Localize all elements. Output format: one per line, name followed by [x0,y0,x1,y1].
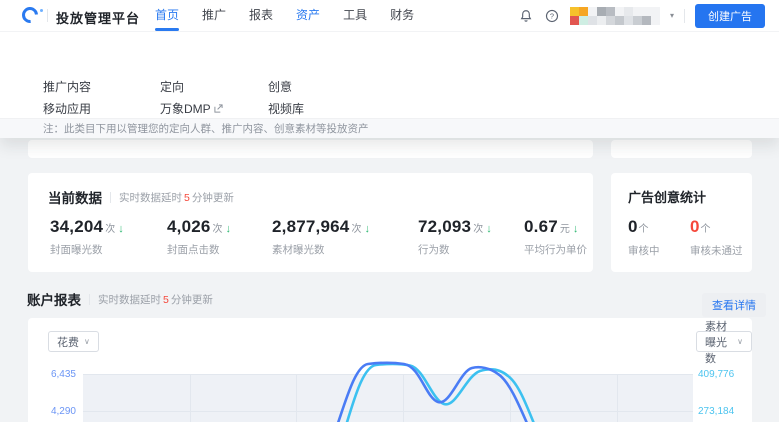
update-note: 实时数据延时 5 分钟更新 [98,293,213,306]
nav-item-home[interactable]: 首页 [155,0,180,31]
metric-cover-impressions: 34,204 次 ↓ 封面曝光数 [50,217,124,256]
brand-divider [47,9,48,22]
menu-item-video-library[interactable]: 视频库 [268,100,304,117]
card-fragment-right [611,140,752,158]
update-note: 实时数据延时 5 分钟更新 [119,191,234,204]
top-navbar: 投放管理平台 首页 推广 报表 资产 工具 财务 ? ▾ 创建广告 [0,0,779,31]
account-report-title: 账户报表 [27,293,81,308]
avatar-mosaic[interactable] [569,6,660,25]
main-nav: 首页 推广 报表 资产 工具 财务 [155,0,414,31]
menu-item-promo-content[interactable]: 推广内容 [43,78,91,95]
caret-down-icon[interactable]: ▾ [670,11,674,20]
down-arrow-icon: ↓ [225,223,232,235]
down-arrow-icon: ↓ [118,223,124,235]
page-title: 投放管理平台 [56,11,141,26]
creative-stats-title: 广告创意统计 [628,190,707,205]
metric-cover-clicks: 4,026 次 ↓ 封面点击数 [167,217,232,256]
nav-item-assets[interactable]: 资产 [296,0,320,31]
current-data-title: 当前数据 [48,191,102,206]
trend-lines-chart [336,361,535,422]
nav-item-promotion[interactable]: 推广 [202,0,226,31]
menu-item-targeting[interactable]: 定向 [160,78,184,95]
card-fragment-left [28,140,593,158]
metric-material-impressions: 2,877,964 次 ↓ 素材曝光数 [272,217,370,256]
stat-in-review: 0个 审核中 [628,217,660,257]
account-report-chart-card: 花费 ∨ 素材曝光数 ∨ 6,435 4,290 409,776 273,184 [28,318,752,422]
brand-logo-icon[interactable] [18,3,42,27]
nav-divider [684,8,685,23]
assets-dropdown-menu: 推广内容 移动应用 定向 万象DMP 定向模板 创意 视频库 高级创意库 注：此… [0,31,779,138]
svg-text:?: ? [550,11,554,20]
external-link-icon [214,102,223,116]
brand-logo-spark [40,9,43,12]
series-material-impressions-line [345,362,535,422]
ad-platform-page: 投放管理平台 首页 推广 报表 资产 工具 财务 ? ▾ 创建广告 推广内容 移… [0,0,779,422]
down-arrow-icon: ↓ [364,223,370,235]
account-report-header: 账户报表 实时数据延时 5 分钟更新 [27,289,213,309]
menu-item-wanxiang-dmp[interactable]: 万象DMP [160,100,223,117]
metric-actions: 72,093 次 ↓ 行为数 [418,217,492,256]
nav-item-finance[interactable]: 财务 [390,0,414,31]
metric-avg-action-cost: 0.67 元 ↓ 平均行为单价 [524,217,587,256]
navbar-right: ? ▾ 创建广告 [518,0,765,31]
view-details-button[interactable]: 查看详情 [702,293,766,317]
menu-item-creative[interactable]: 创意 [268,78,292,95]
down-arrow-icon: ↓ [572,223,579,235]
nav-item-tools[interactable]: 工具 [343,0,367,31]
menu-item-mobile-app[interactable]: 移动应用 [43,100,91,117]
bell-icon[interactable] [518,8,534,24]
nav-item-report[interactable]: 报表 [249,0,273,31]
creative-stats-card: 广告创意统计 0个 审核中 0个 审核未通过 [611,173,752,272]
create-ad-button[interactable]: 创建广告 [695,3,765,28]
current-data-card: 当前数据 实时数据延时 5 分钟更新 34,204 次 ↓ 封面曝光数 4,026 次 ↓ … [28,173,593,272]
stat-review-rejected: 0个 审核未通过 [690,217,743,257]
menu-note: 注：此类目下用以管理您的定向人群、推广内容、创意素材等投放资产 [0,118,779,138]
down-arrow-icon: ↓ [486,223,492,235]
help-icon[interactable]: ? [544,8,560,24]
